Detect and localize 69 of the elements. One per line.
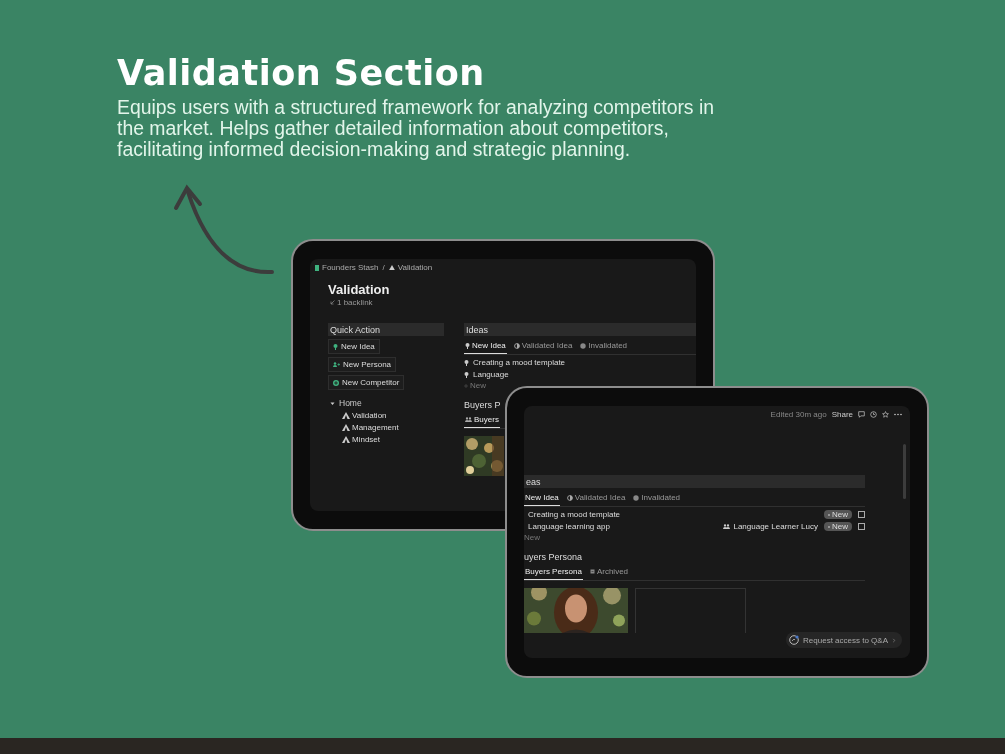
backlink-count[interactable]: 1 backlink [337,298,373,307]
caret-icon[interactable] [330,400,335,406]
half-circle-icon [513,342,520,349]
comment-icon[interactable] [858,411,865,418]
tab[interactable]: New Idea [464,339,507,354]
tab[interactable]: Invalidated [632,491,682,506]
pin-icon [333,343,338,350]
idea-title[interactable]: Creating a mood template [528,510,621,519]
more-icon[interactable] [894,413,902,416]
people-icon [465,417,472,422]
section-title: Buyers P [464,400,501,410]
checkbox[interactable] [858,511,865,518]
status-tag: New [824,522,852,531]
half-circle-icon [566,494,573,501]
persona-link[interactable]: Language Learner Lucy [733,522,818,531]
request-access-button[interactable]: Request access to Q&A [786,632,902,648]
breadcrumb-separator: / [382,263,385,272]
circle-icon [580,342,587,349]
tab[interactable]: New Idea [524,491,560,506]
plus-circle-icon [333,379,339,386]
idea-title[interactable]: Language [473,370,509,379]
status-tag: New [824,510,852,519]
tree-item[interactable]: Management [352,423,399,432]
tab[interactable]: Archived [588,565,630,580]
tree-item[interactable]: Home [339,398,362,408]
archive-icon [589,569,595,574]
add-person-icon [333,362,340,367]
section-title: uyers Persona [524,552,583,562]
tree-item[interactable]: Validation [352,411,387,420]
pin-icon [464,371,469,378]
tab[interactable]: Buyers Persona [524,565,583,580]
star-icon[interactable] [882,411,889,418]
quick-action-button[interactable]: New Idea [328,339,380,354]
section-header: Quick Action [328,323,444,336]
clock-icon[interactable] [870,411,877,418]
tent-icon [388,265,395,270]
heading: Validation Section [117,53,485,93]
tent-icon [342,412,350,419]
page-title: Validation [328,282,390,297]
section-header: Ideas [464,323,696,336]
quick-action-button[interactable]: New Competitor [328,375,405,390]
checkbox[interactable] [858,523,865,530]
tab[interactable]: Buyers [464,413,500,428]
scrollbar[interactable] [903,444,906,499]
share-button[interactable]: Share [831,410,853,419]
tree-item[interactable]: Mindset [352,435,380,444]
tab[interactable]: Validated Idea [565,491,627,506]
chevron-icon [892,637,896,643]
description: Equips users with a structured framework for analyzing competitors in the market. Helps gather detailed information about competitors, facilitating informed decision-making and strategic planning. [117,97,716,160]
breadcrumb-item[interactable]: Validation [397,263,433,272]
idea-title[interactable]: Creating a mood template [473,358,566,367]
pin-icon [464,359,469,366]
section-header: eas [524,475,865,488]
tent-icon [342,424,350,431]
circle-icon [633,494,640,501]
quick-action-button[interactable]: New Persona [328,357,397,372]
grid-icon [315,264,319,271]
new-link[interactable]: New [470,381,486,390]
idea-title[interactable]: Language learning app [528,522,610,531]
pin-icon [465,342,470,349]
edited-time: Edited 30m ago [770,410,827,419]
tab[interactable]: Invalidated [579,339,629,354]
new-link[interactable]: New [524,533,540,542]
breadcrumb-item[interactable]: Founders Stash [322,263,379,272]
backlink-icon [330,300,335,305]
people-icon [723,524,731,529]
chat-bubble-icon [789,635,800,645]
tab[interactable]: Validated Idea [512,339,574,354]
tent-icon [342,436,350,443]
